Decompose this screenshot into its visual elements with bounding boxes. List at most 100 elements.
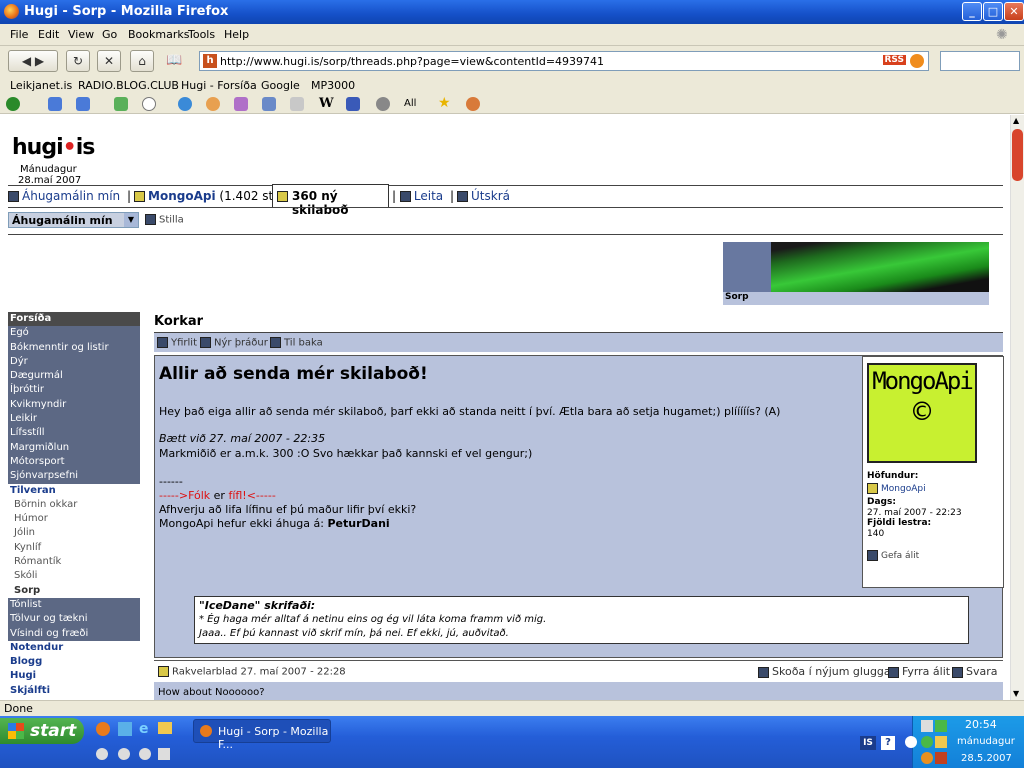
menu-edit[interactable]: Edit bbox=[38, 28, 59, 41]
sidebar-item[interactable]: Tónlist bbox=[8, 597, 140, 613]
stumbleupon-icon[interactable] bbox=[6, 97, 20, 111]
sidebar-item[interactable]: Skjálfti bbox=[8, 683, 140, 699]
sidebar-item[interactable]: Bókmenntir og listir bbox=[8, 340, 140, 355]
taskbar-item-firefox[interactable]: Hugi - Sorp - Mozilla F... bbox=[193, 719, 331, 751]
bookmark-mp3000[interactable]: MP3000 bbox=[311, 79, 355, 92]
sidebar-item[interactable]: Blogg bbox=[8, 655, 140, 670]
sidebar-item[interactable]: Húmor bbox=[8, 512, 140, 527]
stop-icon[interactable]: ✕ bbox=[97, 50, 121, 72]
url-bar[interactable]: h http://www.hugi.is/sorp/threads.php?pa… bbox=[199, 51, 929, 71]
maximize-button[interactable]: □ bbox=[983, 2, 1003, 21]
messenger-tray-icon[interactable] bbox=[921, 736, 933, 748]
sidebar-item[interactable]: Dýr bbox=[8, 354, 140, 370]
close-button[interactable]: ✕ bbox=[1004, 2, 1024, 21]
username-link[interactable]: MongoApi bbox=[148, 189, 216, 203]
star-icon[interactable]: ★ bbox=[438, 95, 451, 111]
sidebar-item[interactable]: Vísindi og fræði bbox=[8, 626, 140, 641]
menu-tools[interactable]: Tools bbox=[188, 28, 215, 41]
menu-file[interactable]: File bbox=[10, 28, 28, 41]
all-button[interactable]: All bbox=[404, 98, 416, 109]
sidebar-item[interactable]: Notendur bbox=[8, 640, 140, 656]
sidebar-item[interactable]: Lífsstíll bbox=[8, 426, 140, 441]
news-icon[interactable] bbox=[346, 97, 360, 111]
user-tray-icon[interactable] bbox=[921, 752, 933, 764]
menu-bookmarks[interactable]: Bookmarks bbox=[128, 28, 189, 41]
sidebar-item[interactable]: Dægurmál bbox=[8, 369, 140, 384]
home-icon[interactable]: ⌂ bbox=[130, 50, 154, 72]
globe-icon[interactable] bbox=[178, 97, 192, 111]
sidebar-item[interactable]: Tölvur og tækni bbox=[8, 612, 140, 627]
menu-go[interactable]: Go bbox=[102, 28, 117, 41]
desktop-quicklaunch-icon[interactable] bbox=[158, 748, 170, 760]
sidebar-item[interactable]: Hugi bbox=[8, 669, 140, 684]
sidebar-item[interactable]: Börnin okkar bbox=[8, 497, 140, 513]
app-quicklaunch-icon[interactable] bbox=[118, 748, 130, 760]
sidebar-item[interactable]: Íþróttir bbox=[8, 383, 140, 398]
site-logo[interactable]: hugi•is bbox=[12, 135, 95, 160]
people-icon[interactable] bbox=[466, 97, 480, 111]
menu-help[interactable]: Help bbox=[224, 28, 249, 41]
interests-select[interactable]: Áhugamálin mín ▼ bbox=[8, 212, 139, 228]
help-icon[interactable]: ? bbox=[881, 736, 895, 750]
sidebar-item[interactable]: Rómantík bbox=[8, 555, 140, 570]
settings-icon[interactable] bbox=[376, 97, 390, 111]
sidebar-item[interactable]: Kvikmyndir bbox=[8, 397, 140, 413]
author-name[interactable]: MongoApi bbox=[867, 483, 926, 494]
friends-icon[interactable] bbox=[206, 97, 220, 111]
messenger-quicklaunch-icon[interactable] bbox=[118, 722, 132, 736]
network-icon[interactable] bbox=[234, 97, 248, 111]
sidebar-item[interactable]: Sorp bbox=[8, 583, 140, 598]
sidebar-item[interactable]: Margmiðlun bbox=[8, 440, 140, 455]
back-forward-icon[interactable]: ◀ ▶ bbox=[8, 50, 58, 72]
section-banner[interactable]: Sorp bbox=[723, 242, 989, 305]
security-tray-icon[interactable] bbox=[935, 736, 947, 748]
app-tray-icon[interactable] bbox=[935, 720, 947, 732]
minimize-button[interactable]: _ bbox=[962, 2, 982, 21]
start-button[interactable]: start bbox=[0, 718, 84, 744]
scrollbar-thumb[interactable] bbox=[1012, 129, 1023, 181]
bookmark-radioblogclub[interactable]: RADIO.BLOG.CLUB bbox=[78, 79, 179, 92]
wikipedia-icon[interactable]: W bbox=[319, 96, 334, 111]
back-tray-icon[interactable] bbox=[905, 736, 917, 748]
rss-badge[interactable]: RSS bbox=[882, 55, 906, 65]
stilla-button[interactable]: Stilla bbox=[145, 214, 184, 226]
sidebar-item[interactable]: Tilveran bbox=[8, 483, 140, 498]
open-new-window-link[interactable]: Skoða í nýjum glugga bbox=[772, 665, 891, 678]
bookmark-google[interactable]: Google bbox=[261, 79, 300, 92]
rate-button[interactable]: Gefa álit bbox=[867, 550, 919, 561]
peturdani-link[interactable]: PeturDani bbox=[327, 517, 389, 530]
sidebar-item[interactable]: Jólin bbox=[8, 526, 140, 541]
menu-view[interactable]: View bbox=[68, 28, 94, 41]
bookmark-leikjanet[interactable]: Leikjanet.is bbox=[10, 79, 72, 92]
language-indicator[interactable]: IS bbox=[860, 736, 876, 750]
vertical-scrollbar[interactable]: ▲ ▼ bbox=[1010, 115, 1024, 700]
globe-quicklaunch-icon[interactable] bbox=[139, 748, 151, 760]
ahugamal-link[interactable]: Áhugamálin mín bbox=[22, 189, 120, 203]
feed-icon[interactable] bbox=[910, 54, 924, 68]
alert-tray-icon[interactable] bbox=[935, 752, 947, 764]
scroll-down-icon[interactable]: ▼ bbox=[1013, 689, 1019, 698]
bookmark-hugi[interactable]: Hugi - Forsíða bbox=[181, 79, 257, 92]
media-quicklaunch-icon[interactable] bbox=[96, 748, 108, 760]
search-input[interactable] bbox=[940, 51, 1020, 71]
thumbs-up-icon[interactable] bbox=[48, 97, 62, 111]
sidebar-item[interactable]: Forsíða bbox=[8, 312, 140, 327]
folder-quicklaunch-icon[interactable] bbox=[158, 722, 172, 734]
sidebar-item[interactable]: Sjónvarpsefni bbox=[8, 469, 140, 484]
back-link[interactable]: Til baka bbox=[284, 338, 323, 349]
previous-link[interactable]: Fyrra álit bbox=[902, 665, 950, 678]
send-icon[interactable] bbox=[114, 97, 128, 111]
search-link[interactable]: Leita bbox=[414, 189, 443, 203]
comment-icon[interactable] bbox=[142, 97, 156, 111]
messages-button[interactable]: 360 ný skilaboð bbox=[272, 184, 389, 217]
clock-time[interactable]: 20:54 bbox=[965, 718, 997, 731]
reply-link[interactable]: Svara bbox=[966, 665, 998, 678]
sidebar-item[interactable]: Mótorsport bbox=[8, 454, 140, 470]
new-thread-link[interactable]: Nýr þráður bbox=[214, 338, 268, 349]
firefox-quicklaunch-icon[interactable] bbox=[96, 722, 110, 736]
thumbs-down-icon[interactable] bbox=[76, 97, 90, 111]
sidebar-item[interactable]: Skóli bbox=[8, 569, 140, 584]
network-tray-icon[interactable] bbox=[921, 720, 933, 732]
sidebar-item[interactable]: Leikir bbox=[8, 412, 140, 427]
sidebar-item[interactable]: Kynlíf bbox=[8, 540, 140, 556]
